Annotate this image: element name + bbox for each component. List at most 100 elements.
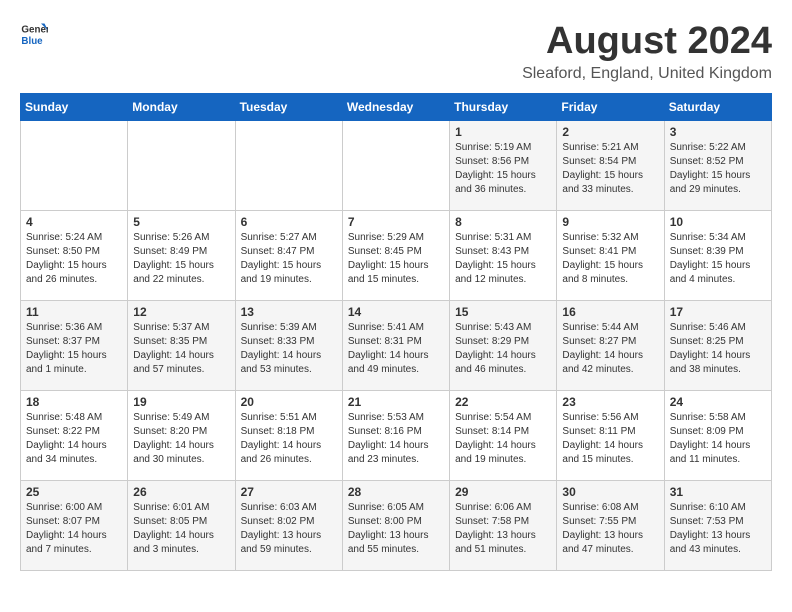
day-number: 8 [455, 215, 551, 229]
calendar-cell [128, 121, 235, 211]
header-sunday: Sunday [21, 94, 128, 121]
calendar-cell: 10 Sunrise: 5:34 AMSunset: 8:39 PMDaylig… [664, 211, 771, 301]
calendar-cell: 26 Sunrise: 6:01 AMSunset: 8:05 PMDaylig… [128, 481, 235, 571]
calendar-cell: 28 Sunrise: 6:05 AMSunset: 8:00 PMDaylig… [342, 481, 449, 571]
calendar-cell: 16 Sunrise: 5:44 AMSunset: 8:27 PMDaylig… [557, 301, 664, 391]
calendar-table: Sunday Monday Tuesday Wednesday Thursday… [20, 93, 772, 571]
day-info: Sunrise: 5:39 AMSunset: 8:33 PMDaylight:… [241, 322, 322, 375]
calendar-cell: 7 Sunrise: 5:29 AMSunset: 8:45 PMDayligh… [342, 211, 449, 301]
day-number: 16 [562, 305, 658, 319]
day-info: Sunrise: 5:19 AMSunset: 8:56 PMDaylight:… [455, 142, 536, 195]
calendar-cell: 19 Sunrise: 5:49 AMSunset: 8:20 PMDaylig… [128, 391, 235, 481]
day-number: 26 [133, 485, 229, 499]
logo-icon: General Blue [20, 20, 48, 48]
day-number: 27 [241, 485, 337, 499]
calendar-cell: 22 Sunrise: 5:54 AMSunset: 8:14 PMDaylig… [450, 391, 557, 481]
day-info: Sunrise: 6:00 AMSunset: 8:07 PMDaylight:… [26, 502, 107, 555]
calendar-cell: 6 Sunrise: 5:27 AMSunset: 8:47 PMDayligh… [235, 211, 342, 301]
day-number: 5 [133, 215, 229, 229]
calendar-cell: 31 Sunrise: 6:10 AMSunset: 7:53 PMDaylig… [664, 481, 771, 571]
day-number: 1 [455, 125, 551, 139]
day-number: 31 [670, 485, 766, 499]
day-info: Sunrise: 5:36 AMSunset: 8:37 PMDaylight:… [26, 322, 107, 375]
header-saturday: Saturday [664, 94, 771, 121]
calendar-cell [235, 121, 342, 211]
day-info: Sunrise: 5:43 AMSunset: 8:29 PMDaylight:… [455, 322, 536, 375]
day-info: Sunrise: 5:56 AMSunset: 8:11 PMDaylight:… [562, 412, 643, 465]
day-number: 23 [562, 395, 658, 409]
day-info: Sunrise: 5:26 AMSunset: 8:49 PMDaylight:… [133, 232, 214, 285]
day-info: Sunrise: 5:21 AMSunset: 8:54 PMDaylight:… [562, 142, 643, 195]
calendar-cell: 9 Sunrise: 5:32 AMSunset: 8:41 PMDayligh… [557, 211, 664, 301]
day-number: 6 [241, 215, 337, 229]
day-number: 21 [348, 395, 444, 409]
calendar-cell: 24 Sunrise: 5:58 AMSunset: 8:09 PMDaylig… [664, 391, 771, 481]
weekday-header-row: Sunday Monday Tuesday Wednesday Thursday… [21, 94, 772, 121]
calendar-cell: 25 Sunrise: 6:00 AMSunset: 8:07 PMDaylig… [21, 481, 128, 571]
calendar-title: August 2024 [522, 20, 772, 63]
calendar-cell: 30 Sunrise: 6:08 AMSunset: 7:55 PMDaylig… [557, 481, 664, 571]
day-info: Sunrise: 5:29 AMSunset: 8:45 PMDaylight:… [348, 232, 429, 285]
day-info: Sunrise: 5:51 AMSunset: 8:18 PMDaylight:… [241, 412, 322, 465]
day-info: Sunrise: 5:44 AMSunset: 8:27 PMDaylight:… [562, 322, 643, 375]
day-info: Sunrise: 6:03 AMSunset: 8:02 PMDaylight:… [241, 502, 322, 555]
calendar-week-3: 11 Sunrise: 5:36 AMSunset: 8:37 PMDaylig… [21, 301, 772, 391]
calendar-subtitle: Sleaford, England, United Kingdom [522, 65, 772, 83]
day-info: Sunrise: 5:46 AMSunset: 8:25 PMDaylight:… [670, 322, 751, 375]
day-info: Sunrise: 5:54 AMSunset: 8:14 PMDaylight:… [455, 412, 536, 465]
day-number: 25 [26, 485, 122, 499]
day-number: 4 [26, 215, 122, 229]
calendar-week-5: 25 Sunrise: 6:00 AMSunset: 8:07 PMDaylig… [21, 481, 772, 571]
day-number: 30 [562, 485, 658, 499]
header-friday: Friday [557, 94, 664, 121]
day-info: Sunrise: 5:31 AMSunset: 8:43 PMDaylight:… [455, 232, 536, 285]
calendar-cell: 18 Sunrise: 5:48 AMSunset: 8:22 PMDaylig… [21, 391, 128, 481]
header-wednesday: Wednesday [342, 94, 449, 121]
day-info: Sunrise: 5:27 AMSunset: 8:47 PMDaylight:… [241, 232, 322, 285]
calendar-cell: 13 Sunrise: 5:39 AMSunset: 8:33 PMDaylig… [235, 301, 342, 391]
day-info: Sunrise: 5:48 AMSunset: 8:22 PMDaylight:… [26, 412, 107, 465]
svg-text:Blue: Blue [21, 36, 43, 47]
day-number: 28 [348, 485, 444, 499]
day-info: Sunrise: 5:37 AMSunset: 8:35 PMDaylight:… [133, 322, 214, 375]
day-info: Sunrise: 6:08 AMSunset: 7:55 PMDaylight:… [562, 502, 643, 555]
calendar-cell: 29 Sunrise: 6:06 AMSunset: 7:58 PMDaylig… [450, 481, 557, 571]
calendar-cell: 5 Sunrise: 5:26 AMSunset: 8:49 PMDayligh… [128, 211, 235, 301]
day-number: 20 [241, 395, 337, 409]
calendar-cell: 4 Sunrise: 5:24 AMSunset: 8:50 PMDayligh… [21, 211, 128, 301]
day-number: 12 [133, 305, 229, 319]
calendar-cell: 3 Sunrise: 5:22 AMSunset: 8:52 PMDayligh… [664, 121, 771, 211]
day-info: Sunrise: 5:32 AMSunset: 8:41 PMDaylight:… [562, 232, 643, 285]
calendar-cell: 2 Sunrise: 5:21 AMSunset: 8:54 PMDayligh… [557, 121, 664, 211]
calendar-cell: 12 Sunrise: 5:37 AMSunset: 8:35 PMDaylig… [128, 301, 235, 391]
day-number: 29 [455, 485, 551, 499]
day-number: 17 [670, 305, 766, 319]
calendar-week-1: 1 Sunrise: 5:19 AMSunset: 8:56 PMDayligh… [21, 121, 772, 211]
calendar-cell: 14 Sunrise: 5:41 AMSunset: 8:31 PMDaylig… [342, 301, 449, 391]
calendar-cell [342, 121, 449, 211]
day-number: 15 [455, 305, 551, 319]
calendar-week-4: 18 Sunrise: 5:48 AMSunset: 8:22 PMDaylig… [21, 391, 772, 481]
day-number: 7 [348, 215, 444, 229]
day-number: 19 [133, 395, 229, 409]
day-number: 9 [562, 215, 658, 229]
logo: General Blue [20, 20, 48, 48]
day-number: 3 [670, 125, 766, 139]
day-number: 2 [562, 125, 658, 139]
header-monday: Monday [128, 94, 235, 121]
calendar-cell: 15 Sunrise: 5:43 AMSunset: 8:29 PMDaylig… [450, 301, 557, 391]
title-area: August 2024 Sleaford, England, United Ki… [522, 20, 772, 83]
day-info: Sunrise: 5:58 AMSunset: 8:09 PMDaylight:… [670, 412, 751, 465]
header: General Blue August 2024 Sleaford, Engla… [20, 20, 772, 83]
day-info: Sunrise: 5:22 AMSunset: 8:52 PMDaylight:… [670, 142, 751, 195]
calendar-cell: 8 Sunrise: 5:31 AMSunset: 8:43 PMDayligh… [450, 211, 557, 301]
calendar-cell [21, 121, 128, 211]
day-info: Sunrise: 5:49 AMSunset: 8:20 PMDaylight:… [133, 412, 214, 465]
day-number: 13 [241, 305, 337, 319]
calendar-cell: 27 Sunrise: 6:03 AMSunset: 8:02 PMDaylig… [235, 481, 342, 571]
calendar-cell: 1 Sunrise: 5:19 AMSunset: 8:56 PMDayligh… [450, 121, 557, 211]
calendar-cell: 20 Sunrise: 5:51 AMSunset: 8:18 PMDaylig… [235, 391, 342, 481]
day-number: 18 [26, 395, 122, 409]
header-tuesday: Tuesday [235, 94, 342, 121]
day-number: 14 [348, 305, 444, 319]
